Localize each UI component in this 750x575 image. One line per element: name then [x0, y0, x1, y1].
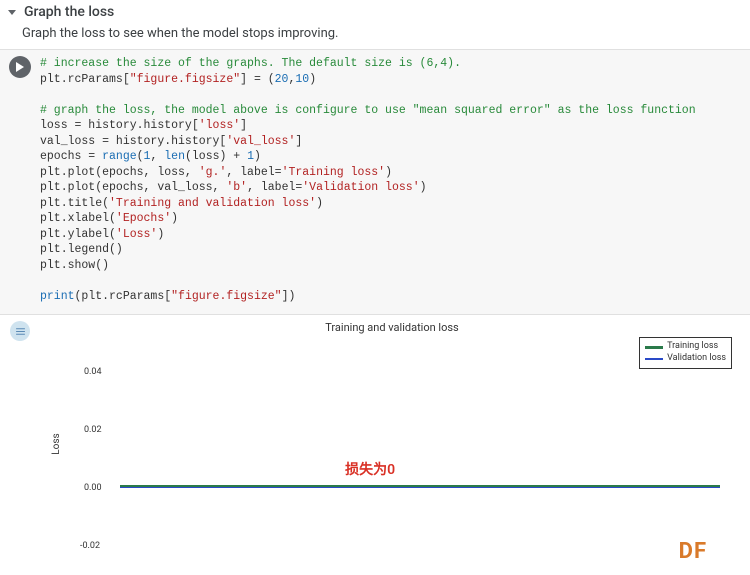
output-gutter [0, 315, 40, 575]
ytick: 0.04 [84, 367, 102, 377]
code-cell: # increase the size of the graphs. The d… [0, 49, 750, 314]
ytick: 0.00 [84, 483, 102, 493]
plot-area: 损失为0 DF [108, 337, 732, 569]
annotation-loss-zero: 损失为0 [345, 459, 395, 479]
output-indicator-icon[interactable] [10, 321, 30, 341]
output-cell: Training and validation loss Training lo… [0, 314, 750, 575]
chart-output: Training and validation loss Training lo… [40, 315, 750, 575]
play-icon [15, 62, 25, 72]
chart-ylabel: Loss [51, 434, 62, 455]
training-loss-line [120, 485, 719, 487]
code-gutter [0, 50, 40, 314]
ytick: 0.02 [84, 425, 102, 435]
ytick: -0.02 [80, 541, 100, 551]
loss-chart: Training and validation loss Training lo… [44, 319, 740, 569]
section-description: Graph the loss to see when the model sto… [0, 24, 750, 49]
section-title: Graph the loss [24, 4, 114, 20]
collapse-arrow-icon[interactable] [8, 10, 16, 15]
chart-title: Training and validation loss [44, 319, 740, 338]
section-header: Graph the loss [0, 0, 750, 24]
code-editor[interactable]: # increase the size of the graphs. The d… [40, 50, 750, 314]
annotation-watermark: DF [679, 539, 707, 564]
run-button[interactable] [9, 56, 31, 78]
